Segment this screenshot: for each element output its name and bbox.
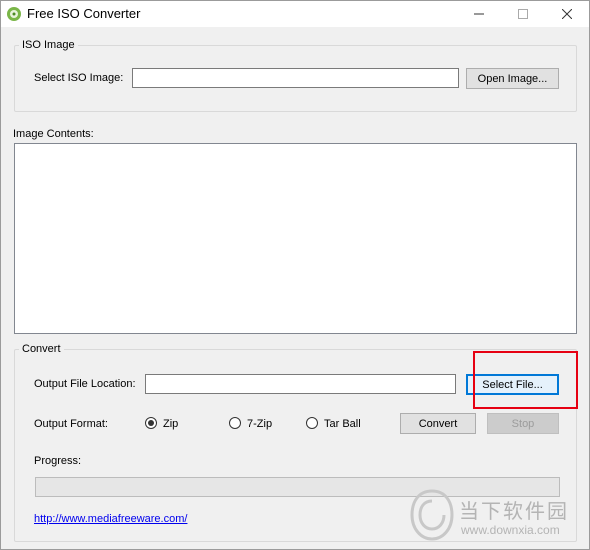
select-iso-label: Select ISO Image:: [34, 72, 124, 84]
format-tarball-label[interactable]: Tar Ball: [324, 418, 361, 430]
app-window: Free ISO Converter ISO Image Select ISO …: [0, 0, 590, 550]
format-7zip-label[interactable]: 7-Zip: [247, 418, 272, 430]
convert-group-label: Convert: [19, 343, 64, 355]
convert-button[interactable]: Convert: [400, 413, 476, 434]
title-bar[interactable]: Free ISO Converter: [1, 1, 589, 27]
highlight-box: [473, 351, 578, 409]
output-location-input[interactable]: [145, 374, 456, 394]
app-logo-icon: [7, 7, 21, 21]
watermark-logo-icon: [410, 489, 454, 541]
iso-image-group-label: ISO Image: [19, 39, 78, 51]
open-image-button[interactable]: Open Image...: [466, 68, 559, 89]
format-zip-radio[interactable]: [145, 417, 157, 429]
iso-path-input[interactable]: [132, 68, 459, 88]
window-title: Free ISO Converter: [27, 6, 141, 21]
format-zip-label[interactable]: Zip: [163, 418, 178, 430]
maximize-button[interactable]: [501, 1, 545, 27]
minimize-button[interactable]: [457, 1, 501, 27]
maximize-icon: [518, 9, 528, 19]
watermark-url: www.downxia.com: [461, 523, 560, 537]
image-contents-label: Image Contents:: [13, 128, 94, 140]
website-link[interactable]: http://www.mediafreeware.com/: [34, 513, 187, 525]
output-format-label: Output Format:: [34, 418, 108, 430]
close-button[interactable]: [545, 1, 589, 27]
stop-button[interactable]: Stop: [487, 413, 559, 434]
format-tarball-radio[interactable]: [306, 417, 318, 429]
watermark-site-name: 当下软件园: [459, 499, 569, 523]
progress-label: Progress:: [34, 455, 82, 467]
watermark: 当下软件园 www.downxia.com: [409, 485, 587, 545]
output-location-label: Output File Location:: [34, 378, 136, 390]
image-contents-list[interactable]: [14, 143, 577, 334]
close-icon: [562, 9, 572, 19]
format-7zip-radio[interactable]: [229, 417, 241, 429]
minimize-icon: [474, 13, 484, 15]
